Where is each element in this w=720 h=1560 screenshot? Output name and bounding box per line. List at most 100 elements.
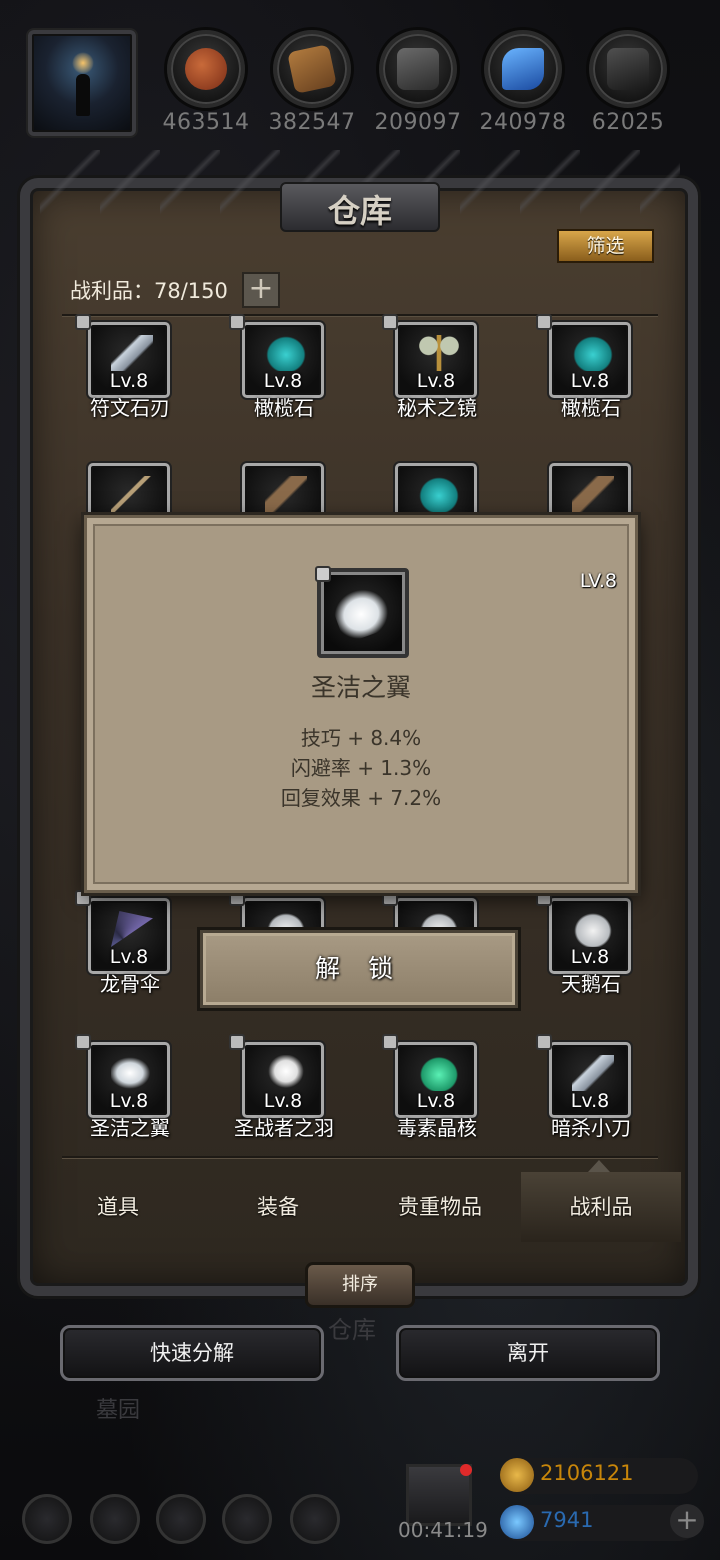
quick-decompose-button[interactable]: 快速分解 [60, 1325, 324, 1381]
item-name: 天鹅石 [561, 972, 621, 996]
knife-icon [111, 335, 153, 371]
resource-crystal[interactable]: 240978 [475, 30, 571, 140]
crystal-icon [484, 30, 562, 108]
page-title: 仓库 [327, 192, 392, 230]
gem-icon [500, 1505, 534, 1539]
gift-timer: 00:41:19 [398, 1518, 488, 1542]
tab-equipment[interactable]: 装备 [198, 1172, 358, 1242]
lock-icon [229, 1034, 245, 1050]
item-slot[interactable]: Lv.8 天鹅石 [531, 890, 641, 1008]
item-slot[interactable]: Lv.8 秘术之镜 [377, 314, 487, 432]
lock-icon [315, 566, 331, 582]
notification-dot [460, 1464, 472, 1476]
toxic-core-icon [418, 1055, 460, 1091]
item-name: 圣洁之翼 [90, 1116, 170, 1140]
resource-iron-value: 209097 [374, 110, 462, 135]
item-level: Lv.8 [109, 1090, 149, 1112]
item-level: Lv.8 [263, 370, 303, 392]
item-slot[interactable]: Lv.8 符文石刃 [70, 314, 180, 432]
item-slot[interactable]: Lv.8 圣洁之翼 [70, 1034, 180, 1152]
achievement-icon[interactable] [90, 1494, 140, 1544]
resource-wood-value: 382547 [268, 110, 356, 135]
expand-capacity-button[interactable]: + [242, 272, 280, 308]
coal-icon [589, 30, 667, 108]
lock-icon [75, 314, 91, 330]
mirror-icon [418, 335, 460, 371]
resource-crystal-value: 240978 [479, 110, 567, 135]
shop-icon[interactable] [290, 1494, 340, 1544]
dialog-item-level: LV.8 [579, 570, 617, 592]
iron-icon [379, 30, 457, 108]
divider-bottom [62, 1156, 658, 1158]
wing-icon [111, 1055, 153, 1091]
dialog-stat: 回复效果 + 7.2% [280, 786, 442, 810]
item-name: 秘术之镜 [397, 396, 477, 420]
item-level: Lv.8 [109, 370, 149, 392]
umbrella-icon [111, 911, 153, 947]
sticks-icon [111, 476, 153, 512]
feather-icon [265, 1055, 307, 1091]
item-level: Lv.8 [263, 1090, 303, 1112]
tab-valuables[interactable]: 贵重物品 [360, 1172, 520, 1242]
item-slot[interactable]: Lv.8 橄榄石 [531, 314, 641, 432]
tab-loot[interactable]: 战利品 [521, 1172, 681, 1242]
lock-icon [382, 1034, 398, 1050]
leave-button[interactable]: 离开 [396, 1325, 660, 1381]
item-name: 毒素晶核 [397, 1116, 477, 1140]
item-name: 橄榄石 [254, 396, 314, 420]
lock-icon [229, 314, 245, 330]
lock-icon [536, 314, 552, 330]
resource-meat[interactable]: 463514 [158, 30, 254, 140]
dialog-item-name: 圣洁之翼 [310, 673, 411, 702]
resource-coal-value: 62025 [591, 110, 665, 135]
olivine-icon [265, 335, 307, 371]
bg-label-warehouse: 仓库 [328, 1316, 376, 1344]
item-name: 圣战者之羽 [234, 1116, 334, 1140]
filter-button[interactable]: 筛选 [557, 229, 654, 263]
guild-icon[interactable] [156, 1494, 206, 1544]
item-name: 暗杀小刀 [551, 1116, 631, 1140]
item-level: Lv.8 [109, 946, 149, 968]
lock-icon [75, 1034, 91, 1050]
item-name: 符文石刃 [90, 396, 170, 420]
add-currency-button[interactable]: + [670, 1504, 704, 1538]
item-slot[interactable]: Lv.8 圣战者之羽 [224, 1034, 334, 1152]
dialog-stat: 闪避率 + 1.3% [290, 756, 432, 780]
settings-icon[interactable] [22, 1494, 72, 1544]
item-detail-dialog: LV.8 圣洁之翼 技巧 + 8.4% 闪避率 + 1.3% 回复效果 + 7.… [84, 515, 638, 893]
item-slot[interactable]: Lv.8 橄榄石 [224, 314, 334, 432]
item-name: 橄榄石 [561, 396, 621, 420]
divider-top [62, 314, 658, 316]
wood-icon [273, 30, 351, 108]
claw-icon [265, 476, 307, 512]
item-slot[interactable]: Lv.8 暗杀小刀 [531, 1034, 641, 1152]
resource-meat-value: 463514 [162, 110, 250, 135]
sort-button[interactable]: 排序 [305, 1262, 415, 1308]
dialog-stat: 技巧 + 8.4% [300, 726, 422, 750]
gold-icon [500, 1458, 534, 1492]
resource-coal[interactable]: 62025 [580, 30, 676, 140]
item-name: 龙骨伞 [100, 972, 160, 996]
gold-value: 2106121 [540, 1461, 634, 1485]
item-slot[interactable]: Lv.8 毒素晶核 [377, 1034, 487, 1152]
resource-iron[interactable]: 209097 [370, 30, 466, 140]
loot-count: 战利品：78/150 [70, 279, 228, 303]
item-level: Lv.8 [570, 946, 610, 968]
resource-wood[interactable]: 382547 [264, 30, 360, 140]
olivine-icon [418, 476, 460, 512]
dagger-icon [572, 1055, 614, 1091]
mail-icon[interactable] [222, 1494, 272, 1544]
gem-value: 7941 [540, 1508, 594, 1532]
lock-icon [536, 1034, 552, 1050]
item-level: Lv.8 [416, 1090, 456, 1112]
olivine-icon [572, 335, 614, 371]
tab-items[interactable]: 道具 [38, 1172, 198, 1242]
player-avatar[interactable] [28, 30, 136, 136]
unlock-button[interactable]: 解 锁 [200, 930, 518, 1008]
claw-icon [572, 476, 614, 512]
item-level: Lv.8 [570, 1090, 610, 1112]
avatar-figure [76, 74, 90, 116]
item-level: Lv.8 [416, 370, 456, 392]
item-slot[interactable]: Lv.8 龙骨伞 [70, 890, 180, 1008]
bg-label-graveyard: 墓园 [96, 1398, 141, 1423]
